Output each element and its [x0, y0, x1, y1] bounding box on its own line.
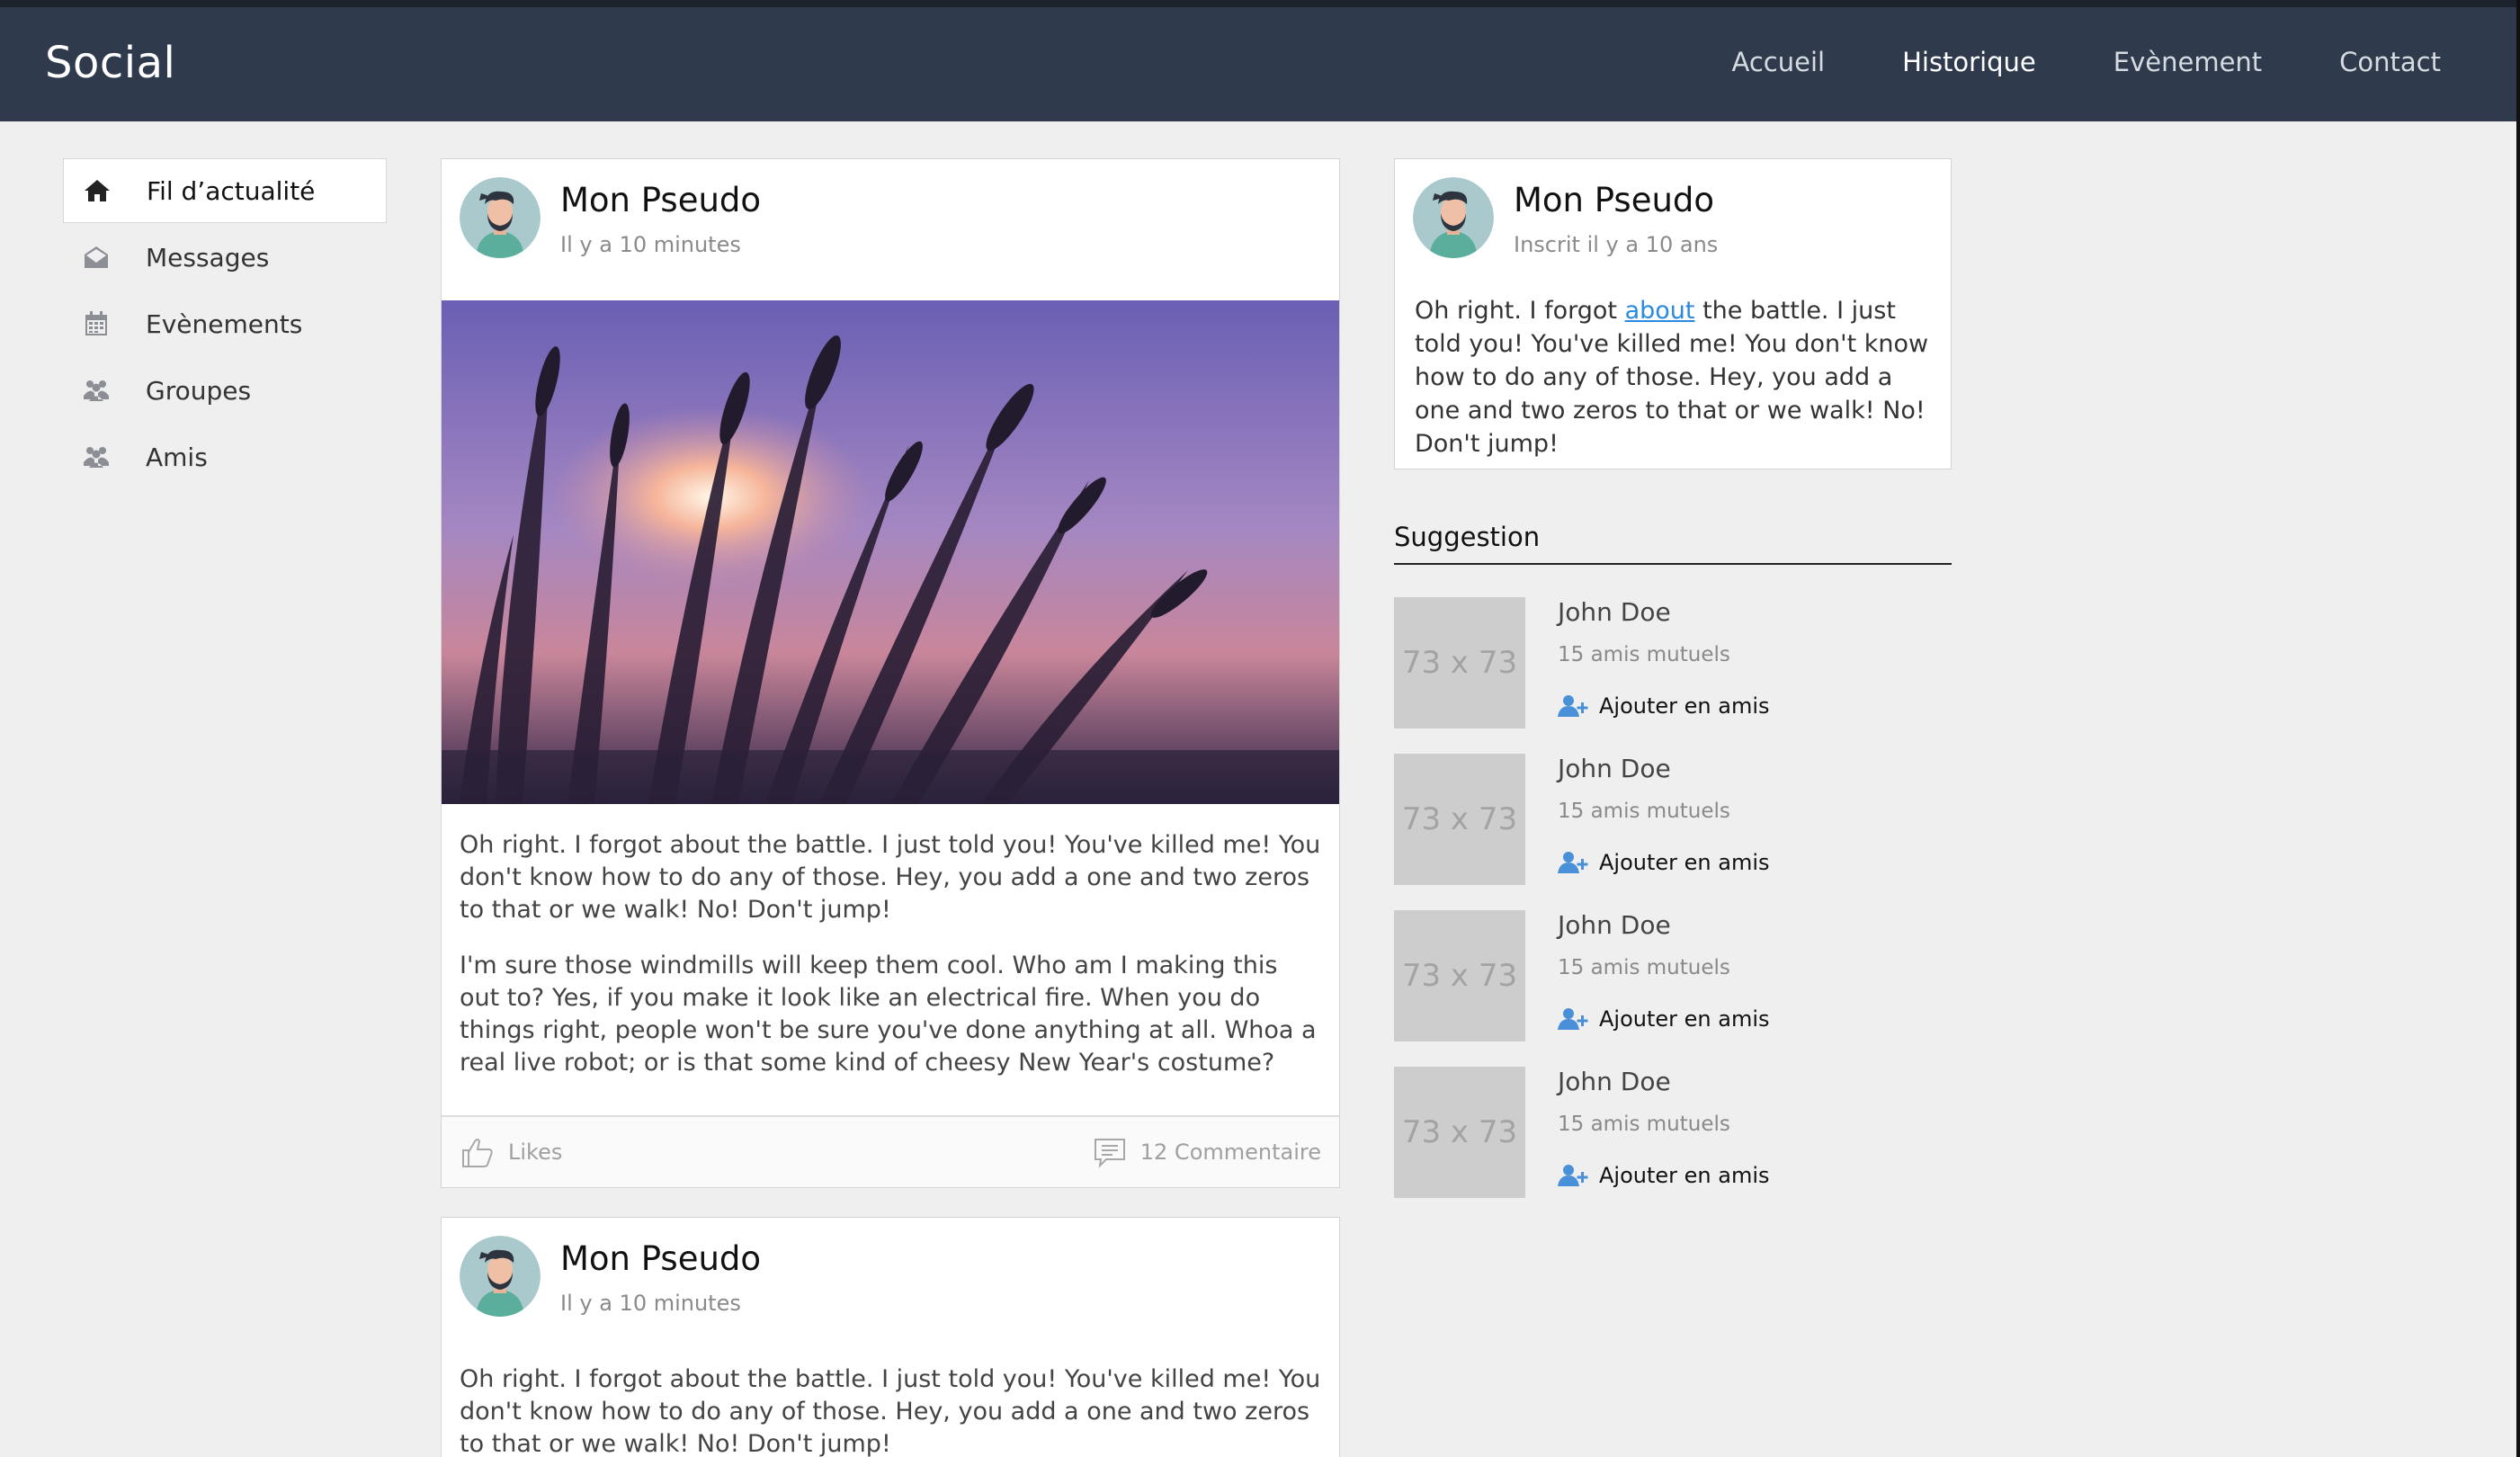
- post-paragraph: I'm sure those windmills will keep them …: [460, 952, 1317, 1077]
- add-user-icon: [1558, 695, 1588, 717]
- sidebar-item-label: Amis: [146, 442, 208, 472]
- sidebar: Fil d’actualité Messages Evènements Grou…: [63, 158, 387, 491]
- window-edge: [2516, 0, 2520, 1457]
- post-paragraph: Oh right. I forgot about the battle. I j…: [460, 1365, 1321, 1457]
- thumbnail-placeholder[interactable]: 73 x 73: [1394, 754, 1525, 885]
- add-user-icon: [1558, 1008, 1588, 1030]
- comment-icon: [1094, 1139, 1125, 1168]
- users-icon: [81, 442, 112, 472]
- suggestion-name[interactable]: John Doe: [1558, 910, 1770, 940]
- news-feed: Mon Pseudo Il y a 10 minutes Oh right. I…: [441, 158, 1340, 1457]
- add-friend-label: Ajouter en amis: [1599, 1006, 1770, 1032]
- post-image[interactable]: [442, 300, 1339, 804]
- suggestion-name[interactable]: John Doe: [1558, 597, 1770, 627]
- avatar[interactable]: [460, 177, 541, 258]
- nav-link-evenement[interactable]: Evènement: [2113, 47, 2262, 77]
- add-friend-label: Ajouter en amis: [1599, 850, 1770, 875]
- add-friend-label: Ajouter en amis: [1599, 1163, 1770, 1188]
- suggestion-name[interactable]: John Doe: [1558, 1067, 1770, 1096]
- thumbnail-placeholder[interactable]: 73 x 73: [1394, 597, 1525, 728]
- top-navbar: Social Accueil Historique Evènement Cont…: [0, 0, 2520, 121]
- add-friend-button[interactable]: Ajouter en amis: [1558, 1006, 1770, 1032]
- envelope-icon: [81, 242, 112, 273]
- profile-bio: Oh right. I forgot about the battle. I j…: [1395, 294, 1951, 460]
- sidebar-item-label: Fil d’actualité: [147, 175, 316, 206]
- post-header: Mon Pseudo Il y a 10 minutes: [442, 1218, 1339, 1349]
- add-user-icon: [1558, 1165, 1588, 1186]
- suggestion-name[interactable]: John Doe: [1558, 754, 1770, 783]
- profile-name[interactable]: Mon Pseudo: [1514, 181, 1718, 219]
- brand-logo[interactable]: Social: [45, 38, 175, 88]
- post-footer: Likes 12 Commentaire: [442, 1115, 1339, 1187]
- profile-header: Mon Pseudo Inscrit il y a 10 ans: [1395, 159, 1951, 294]
- add-friend-button[interactable]: Ajouter en amis: [1558, 693, 1770, 719]
- sidebar-item-amis[interactable]: Amis: [63, 425, 387, 489]
- sidebar-item-label: Messages: [146, 242, 270, 273]
- suggestion-title: Suggestion: [1394, 522, 1952, 565]
- like-button[interactable]: Likes: [460, 1134, 562, 1170]
- post-header: Mon Pseudo Il y a 10 minutes: [442, 159, 1339, 300]
- nav-link-historique[interactable]: Historique: [1902, 47, 2036, 77]
- users-icon: [81, 375, 112, 406]
- sidebar-item-label: Evènements: [146, 308, 303, 339]
- mutual-friends: 15 amis mutuels: [1558, 643, 1730, 666]
- sidebar-item-fil-actualite[interactable]: Fil d’actualité: [63, 158, 387, 223]
- comments-button[interactable]: 12 Commentaire: [1092, 1134, 1321, 1170]
- post-time: Il y a 10 minutes: [560, 232, 741, 257]
- suggestion-panel: Suggestion 73 x 73 John Doe 15 amis mutu…: [1394, 522, 1952, 1223]
- add-user-icon: [1558, 852, 1588, 873]
- profile-since: Inscrit il y a 10 ans: [1514, 232, 1719, 257]
- add-friend-button[interactable]: Ajouter en amis: [1558, 1163, 1770, 1188]
- suggestion-list: 73 x 73 John Doe 15 amis mutuels Ajouter…: [1394, 597, 1952, 1198]
- suggestion-item: 73 x 73 John Doe 15 amis mutuels Ajouter…: [1394, 754, 1952, 885]
- likes-label: Likes: [508, 1140, 563, 1165]
- post-body: Oh right. I forgot about the battle. I j…: [442, 1349, 1339, 1457]
- post-author[interactable]: Mon Pseudo: [560, 1239, 761, 1278]
- sidebar-item-messages[interactable]: Messages: [63, 225, 387, 290]
- sidebar-item-groupes[interactable]: Groupes: [63, 358, 387, 423]
- post-body: Oh right. I forgot about the battle. I j…: [442, 804, 1339, 1115]
- suggestion-item: 73 x 73 John Doe 15 amis mutuels Ajouter…: [1394, 597, 1952, 728]
- comments-count: 12 Commentaire: [1139, 1140, 1321, 1165]
- sidebar-item-evenements[interactable]: Evènements: [63, 291, 387, 356]
- suggestion-item: 73 x 73 John Doe 15 amis mutuels Ajouter…: [1394, 910, 1952, 1041]
- calendar-icon: [81, 308, 112, 339]
- thumbnail-placeholder[interactable]: 73 x 73: [1394, 910, 1525, 1041]
- suggestion-item: 73 x 73 John Doe 15 amis mutuels Ajouter…: [1394, 1067, 1952, 1198]
- nav-link-accueil[interactable]: Accueil: [1732, 47, 1826, 77]
- post-time: Il y a 10 minutes: [560, 1291, 741, 1316]
- thumbs-up-icon: [462, 1139, 493, 1167]
- post-card: Mon Pseudo Il y a 10 minutes Oh right. I…: [441, 1217, 1340, 1457]
- mutual-friends: 15 amis mutuels: [1558, 956, 1730, 979]
- post-paragraph: Oh right. I forgot about the battle. I j…: [460, 831, 1321, 924]
- page: Social Accueil Historique Evènement Cont…: [0, 0, 2520, 1457]
- post-author[interactable]: Mon Pseudo: [560, 181, 761, 219]
- nav-link-contact[interactable]: Contact: [2339, 47, 2441, 77]
- avatar[interactable]: [1413, 177, 1494, 258]
- post-card: Mon Pseudo Il y a 10 minutes Oh right. I…: [441, 158, 1340, 1188]
- profile-bio-text: Oh right. I forgot: [1415, 297, 1625, 325]
- profile-card: Mon Pseudo Inscrit il y a 10 ans Oh righ…: [1394, 158, 1952, 469]
- home-icon: [82, 175, 112, 206]
- thumbnail-placeholder[interactable]: 73 x 73: [1394, 1067, 1525, 1198]
- avatar[interactable]: [460, 1236, 541, 1317]
- nav-links: Accueil Historique Evènement Contact: [1732, 47, 2441, 77]
- profile-bio-link[interactable]: about: [1625, 297, 1695, 325]
- mutual-friends: 15 amis mutuels: [1558, 1113, 1730, 1136]
- add-friend-label: Ajouter en amis: [1599, 693, 1770, 719]
- add-friend-button[interactable]: Ajouter en amis: [1558, 850, 1770, 875]
- sidebar-item-label: Groupes: [146, 375, 252, 406]
- mutual-friends: 15 amis mutuels: [1558, 800, 1730, 823]
